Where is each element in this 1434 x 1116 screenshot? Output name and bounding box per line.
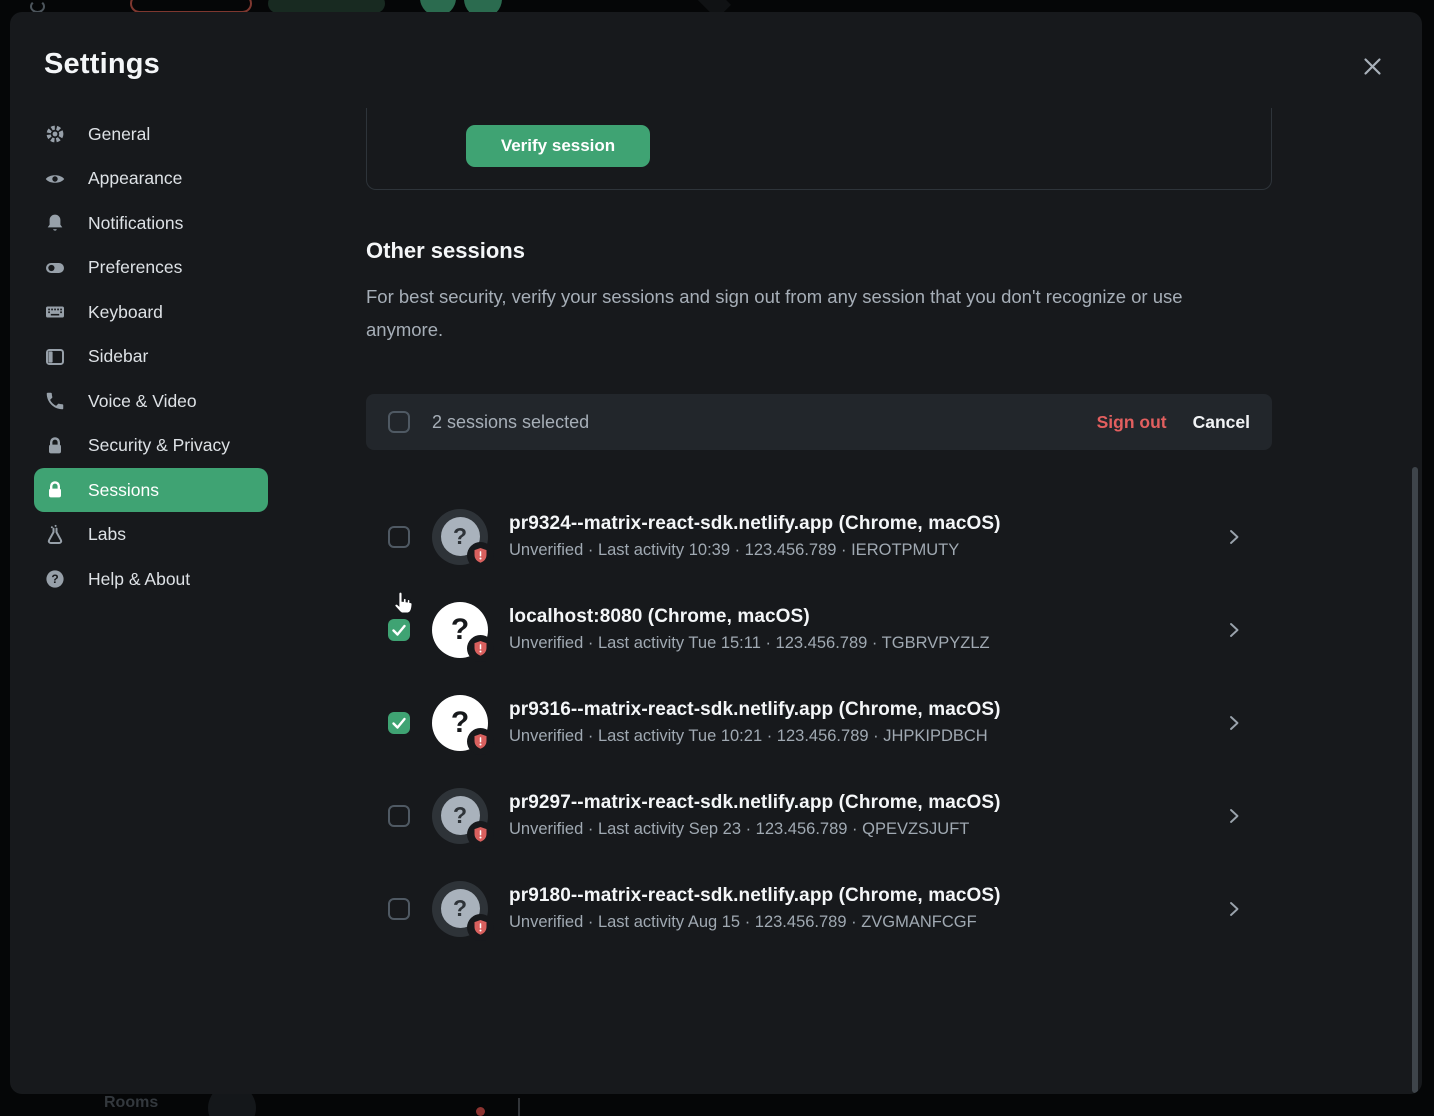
session-checkbox[interactable] [388,526,410,548]
session-checkbox[interactable] [388,619,410,641]
current-session-card: Verify session [366,108,1272,190]
background-divider [518,1098,520,1116]
session-checkbox[interactable] [388,712,410,734]
background-rooms-label: Rooms [104,1094,158,1112]
session-details: Unverified · Last activity 10:39 · 123.4… [509,541,1001,560]
scrollbar-thumb[interactable] [1412,467,1418,1093]
settings-sidebar: General Appearance Notifications Prefere… [34,112,268,602]
chevron-right-icon[interactable] [1224,899,1244,919]
session-avatar: ? [432,881,488,937]
cancel-button[interactable]: Cancel [1193,412,1250,433]
flask-icon [44,524,66,546]
chevron-right-icon[interactable] [1224,527,1244,547]
sidebar-item-help-about[interactable]: ? Help & About [34,557,268,601]
sidebar-item-sessions[interactable]: Sessions [34,468,268,512]
close-button[interactable] [1350,46,1394,90]
chevron-right-icon[interactable] [1224,713,1244,733]
session-name: pr9297--matrix-react-sdk.netlify.app (Ch… [509,792,1001,814]
other-sessions-description: For best security, verify your sessions … [366,280,1198,346]
session-checkbox[interactable] [388,805,410,827]
session-details: Unverified · Last activity Sep 23 · 123.… [509,820,1001,839]
session-row[interactable]: ? localhost:8080 (Chrome, macOS) Unverif… [366,583,1272,676]
sidebar-item-label: Labs [88,524,126,545]
unknown-device-icon: ? [451,706,469,740]
session-avatar: ? [432,695,488,751]
session-row[interactable]: ? pr9324--matrix-react-sdk.netlify.app (… [366,490,1272,583]
session-checkbox[interactable] [388,898,410,920]
session-avatar: ? [432,602,488,658]
close-icon [1359,53,1386,83]
session-avatar: ? [432,788,488,844]
sidebar-item-notifications[interactable]: Notifications [34,201,268,245]
chevron-right-icon[interactable] [1224,620,1244,640]
sidebar-item-label: General [88,124,150,145]
session-name: pr9180--matrix-react-sdk.netlify.app (Ch… [509,885,1001,907]
sidebar-item-voice-video[interactable]: Voice & Video [34,379,268,423]
lock-icon [44,479,66,501]
session-list: ? pr9324--matrix-react-sdk.netlify.app (… [366,490,1272,955]
svg-text:?: ? [51,572,58,586]
toggle-icon [44,257,66,279]
sidebar-item-preferences[interactable]: Preferences [34,246,268,290]
sidebar-item-keyboard[interactable]: Keyboard [34,290,268,334]
sidebar-item-sidebar[interactable]: Sidebar [34,335,268,379]
session-row[interactable]: ? pr9316--matrix-react-sdk.netlify.app (… [366,676,1272,769]
sidebar-item-label: Preferences [88,257,182,278]
session-details: Unverified · Last activity Aug 15 · 123.… [509,913,1001,932]
selection-bar: 2 sessions selected Sign out Cancel [366,394,1272,450]
unknown-device-icon: ? [451,613,469,647]
phone-icon [44,390,66,412]
chevron-right-icon[interactable] [1224,806,1244,826]
sidebar-item-label: Appearance [88,168,182,189]
help-circle-icon: ? [44,568,66,590]
session-name: pr9316--matrix-react-sdk.netlify.app (Ch… [509,699,1001,721]
unverified-shield-icon [467,635,494,662]
sidebar-item-general[interactable]: General [34,112,268,156]
unverified-shield-icon [467,914,494,941]
session-row[interactable]: ? pr9297--matrix-react-sdk.netlify.app (… [366,769,1272,862]
bell-icon [44,212,66,234]
dialog-title: Settings [44,48,160,81]
keyboard-icon [44,301,66,323]
session-avatar: ? [432,509,488,565]
sidebar-item-appearance[interactable]: Appearance [34,157,268,201]
unverified-shield-icon [467,728,494,755]
session-name: localhost:8080 (Chrome, macOS) [509,606,990,628]
sidebar-item-label: Security & Privacy [88,435,230,456]
sidebar-item-label: Help & About [88,569,190,590]
select-all-checkbox[interactable] [388,411,410,433]
settings-dialog: Settings General Appearance Notification… [10,12,1422,1094]
eye-icon [44,168,66,190]
sidebar-item-label: Notifications [88,213,183,234]
session-details: Unverified · Last activity Tue 10:21 · 1… [509,727,1001,746]
unverified-shield-icon [467,542,494,569]
verify-session-button[interactable]: Verify session [466,125,650,167]
session-details: Unverified · Last activity Tue 15:11 · 1… [509,634,990,653]
lock-icon [44,435,66,457]
other-sessions-heading: Other sessions [366,238,525,264]
sign-out-button[interactable]: Sign out [1097,412,1167,433]
sidebar-item-label: Sessions [88,480,159,501]
sidebar-item-security-privacy[interactable]: Security & Privacy [34,424,268,468]
sidebar-item-label: Voice & Video [88,391,197,412]
gear-icon [44,123,66,145]
split-panel-icon [44,346,66,368]
session-name: pr9324--matrix-react-sdk.netlify.app (Ch… [509,513,1001,535]
background-notification-dot [476,1107,485,1116]
sidebar-item-label: Sidebar [88,346,148,367]
session-row[interactable]: ? pr9180--matrix-react-sdk.netlify.app (… [366,862,1272,955]
selection-status: 2 sessions selected [432,412,589,433]
unverified-shield-icon [467,821,494,848]
sidebar-item-labs[interactable]: Labs [34,513,268,557]
sidebar-item-label: Keyboard [88,302,163,323]
